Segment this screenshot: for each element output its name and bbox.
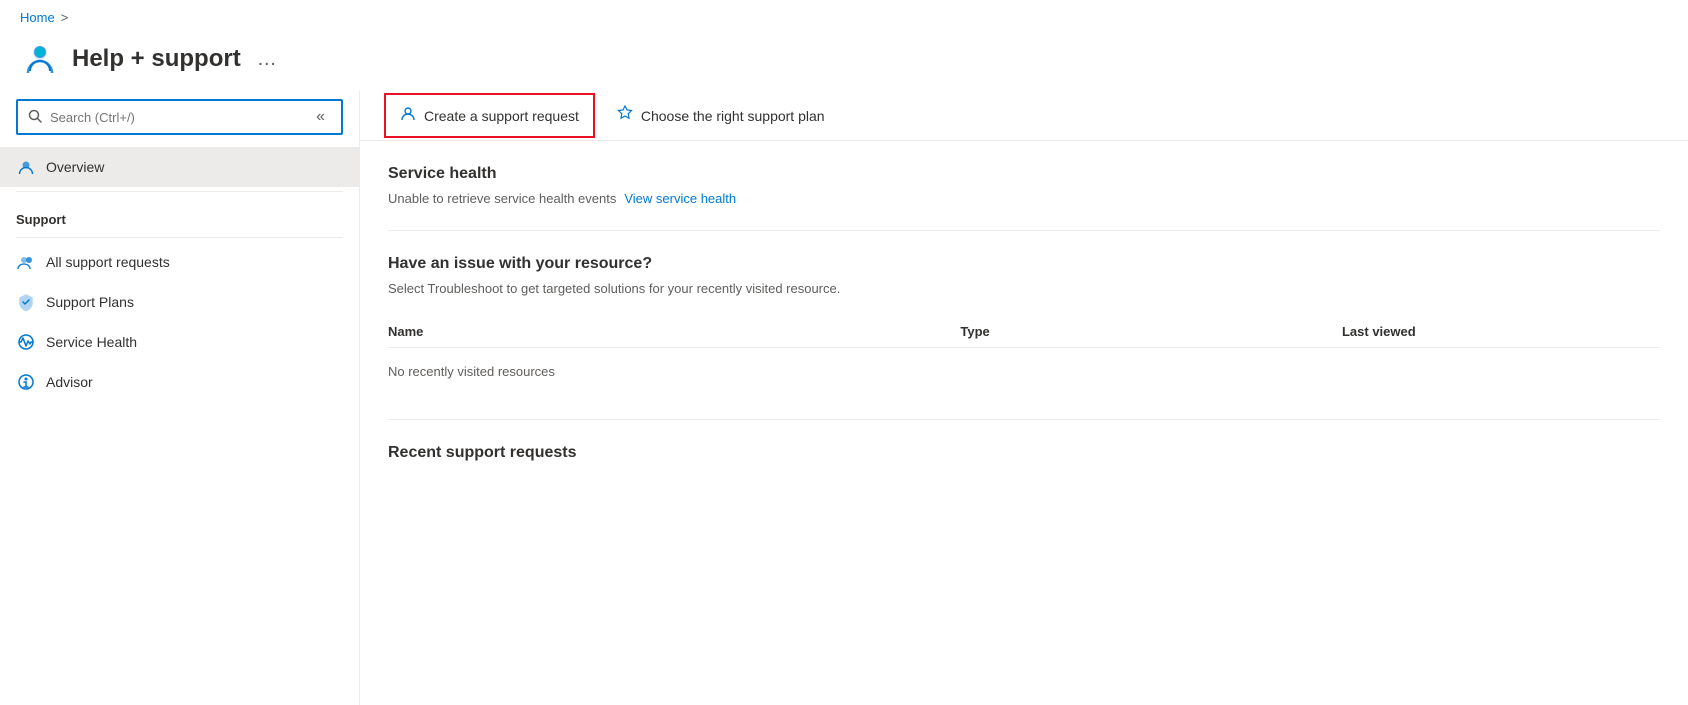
all-support-icon <box>16 252 36 272</box>
tabs-bar: Create a support request Choose the righ… <box>360 91 1688 141</box>
content-area: « Overview Support <box>0 91 1688 705</box>
service-health-error-text: Unable to retrieve service health events <box>388 191 616 206</box>
search-icon <box>28 109 42 126</box>
sidebar-item-overview-label: Overview <box>46 159 104 175</box>
resource-issue-subtitle: Select Troubleshoot to get targeted solu… <box>388 281 1660 296</box>
breadcrumb: Home > <box>0 0 1688 35</box>
tab-create-support[interactable]: Create a support request <box>384 93 595 138</box>
breadcrumb-separator: > <box>61 10 69 25</box>
sidebar-divider-2 <box>16 237 343 238</box>
sidebar-item-all-support[interactable]: All support requests <box>0 242 359 282</box>
help-support-icon <box>20 39 60 79</box>
table-empty-message: No recently visited resources <box>388 348 1660 396</box>
sidebar: « Overview Support <box>0 91 360 705</box>
service-health-title: Service health <box>388 165 1660 183</box>
view-service-health-link[interactable]: View service health <box>624 191 736 206</box>
more-options-icon[interactable]: … <box>257 48 277 71</box>
sidebar-divider <box>16 191 343 192</box>
collapse-sidebar-button[interactable]: « <box>310 106 331 128</box>
resource-issue-section: Have an issue with your resource? Select… <box>360 231 1688 419</box>
search-bar[interactable]: « <box>16 99 343 135</box>
recent-requests-title: Recent support requests <box>388 444 1660 462</box>
recent-requests-section: Recent support requests <box>360 420 1688 494</box>
tab-choose-plan-label: Choose the right support plan <box>641 108 825 124</box>
service-health-message: Unable to retrieve service health events… <box>388 191 1660 206</box>
sidebar-item-advisor-label: Advisor <box>46 374 93 390</box>
sidebar-item-service-health[interactable]: Service Health <box>0 322 359 362</box>
col-header-type: Type <box>960 316 1342 348</box>
sidebar-item-overview[interactable]: Overview <box>0 147 359 187</box>
col-header-name: Name <box>388 316 960 348</box>
choose-plan-tab-icon <box>617 105 633 126</box>
search-input[interactable] <box>50 110 302 125</box>
page-container: Home > Help + support … <box>0 0 1688 705</box>
sidebar-item-all-support-label: All support requests <box>46 254 170 270</box>
table-row-empty: No recently visited resources <box>388 348 1660 396</box>
resource-issue-title: Have an issue with your resource? <box>388 255 1660 273</box>
breadcrumb-home-link[interactable]: Home <box>20 10 55 25</box>
sidebar-item-support-plans[interactable]: Support Plans <box>0 282 359 322</box>
service-health-section: Service health Unable to retrieve servic… <box>360 141 1688 230</box>
sidebar-item-service-health-label: Service Health <box>46 334 137 350</box>
support-plans-icon <box>16 292 36 312</box>
sidebar-item-advisor[interactable]: Advisor <box>0 362 359 402</box>
col-header-last-viewed: Last viewed <box>1342 316 1660 348</box>
tab-create-support-label: Create a support request <box>424 108 579 124</box>
tab-choose-plan[interactable]: Choose the right support plan <box>615 91 847 140</box>
create-support-tab-icon <box>400 105 416 126</box>
sidebar-item-support-plans-label: Support Plans <box>46 294 134 310</box>
resource-table: Name Type Last viewed No recently visite… <box>388 316 1660 395</box>
service-health-icon <box>16 332 36 352</box>
page-header: Help + support … <box>0 35 1688 91</box>
page-title: Help + support <box>72 45 241 73</box>
overview-icon <box>16 157 36 177</box>
support-section-title: Support <box>0 196 359 233</box>
advisor-icon <box>16 372 36 392</box>
main-content: Create a support request Choose the righ… <box>360 91 1688 705</box>
